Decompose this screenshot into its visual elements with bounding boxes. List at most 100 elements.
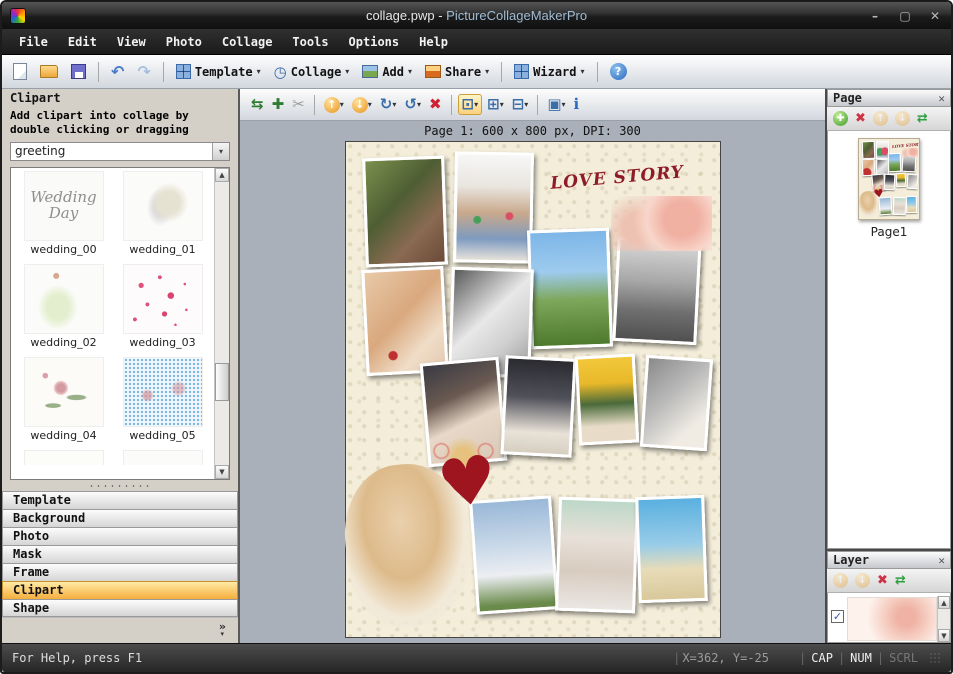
share-button[interactable]: Share▾ (420, 62, 494, 82)
menu-file[interactable]: File (10, 32, 57, 52)
collage-photo-shopping-couple[interactable] (453, 151, 533, 264)
menu-edit[interactable]: Edit (59, 32, 106, 52)
change-photo-button[interactable]: ⇆ (248, 95, 267, 114)
template-button[interactable]: Template▾ (171, 61, 266, 82)
delete-button[interactable]: ✖ (426, 95, 445, 114)
delete-layer-button[interactable]: ✖ (877, 573, 888, 588)
save-button[interactable] (66, 61, 91, 82)
clipart-scrollbar[interactable]: ▲ ▼ (214, 168, 229, 480)
add-page-button[interactable]: ✚ (833, 111, 848, 126)
clipart-item-wedding02[interactable]: wedding_02 (14, 264, 113, 357)
distribute-button[interactable]: ⊟▾ (509, 95, 532, 114)
bring-forward-button[interactable]: ↑▾ (321, 95, 347, 115)
template-label: Template (195, 65, 253, 79)
clipart-panel-title: Clipart (2, 89, 238, 107)
collage-page: LOVE STORY♥ (345, 141, 721, 638)
combo-dropdown-icon[interactable]: ▾ (212, 143, 229, 160)
delete-page-button[interactable]: ✖ (855, 111, 866, 126)
rotate-ccw-button[interactable]: ↺▾ (401, 95, 424, 114)
close-button[interactable]: ✕ (927, 9, 943, 23)
move-page-down-button[interactable]: ↓ (895, 111, 910, 126)
scroll-up-icon[interactable]: ▲ (215, 168, 229, 182)
fit-page-button[interactable]: ⊡▾ (458, 94, 483, 115)
scroll-up-icon[interactable]: ▲ (938, 596, 950, 609)
tab-template[interactable]: Template (2, 491, 238, 509)
page-list: LOVE STORY♥ Page1 (827, 131, 951, 549)
tab-background[interactable]: Background (2, 509, 238, 527)
minimize-button[interactable]: – (867, 9, 883, 23)
rotate-cw-button[interactable]: ↻▾ (377, 95, 400, 114)
collage-button[interactable]: ◷Collage▾ (269, 60, 355, 84)
clipart-thumb-wedding04 (24, 357, 104, 427)
collage-photo-kissing-couple (862, 141, 876, 159)
collage-photo-kneeling-man-bw[interactable] (612, 236, 701, 344)
clipart-item-partial[interactable] (14, 450, 113, 465)
page-thumbnail[interactable]: LOVE STORY♥ (858, 138, 920, 220)
properties-button[interactable]: ℹ (571, 95, 583, 114)
close-panel-icon[interactable]: ✕ (938, 92, 945, 105)
maximize-button[interactable]: ▢ (897, 9, 913, 23)
status-separator: | (799, 651, 806, 665)
close-panel-icon[interactable]: ✕ (938, 554, 945, 567)
move-page-up-button[interactable]: ↑ (873, 111, 888, 126)
layer-visibility-checkbox[interactable]: ✓ (831, 610, 844, 623)
menu-view[interactable]: View (108, 32, 155, 52)
scroll-track[interactable] (215, 182, 229, 466)
tab-photo[interactable]: Photo (2, 527, 238, 545)
layer-list: ✓ ▲ ▼ (827, 593, 951, 643)
tab-shape[interactable]: Shape (2, 599, 238, 617)
window-title-file: collage.pwp (366, 8, 435, 23)
collage-photo-couple-greenery[interactable] (527, 227, 613, 349)
tab-clipart[interactable]: Clipart (2, 581, 238, 599)
clipart-item-partial[interactable] (113, 450, 212, 465)
menu-collage[interactable]: Collage (213, 32, 282, 52)
resize-grip[interactable] (929, 652, 941, 664)
open-button[interactable] (35, 62, 63, 81)
collage-photo-beach-walking-couple[interactable] (635, 495, 708, 604)
collage-photo-yellow-shirt-beach[interactable] (575, 353, 639, 445)
collage-photo-kissing-couple[interactable] (362, 155, 448, 267)
clipart-item-wedding01[interactable]: wedding_01 (113, 171, 212, 264)
scroll-down-icon[interactable]: ▼ (938, 629, 950, 642)
menu-options[interactable]: Options (340, 32, 409, 52)
redo-button[interactable]: ↷ (132, 61, 155, 83)
refresh-layers-button[interactable]: ⇄ (895, 573, 906, 588)
collage-photo-bride-gray[interactable] (640, 355, 714, 451)
send-backward-button[interactable]: ↓▾ (349, 95, 375, 115)
scroll-thumb[interactable] (215, 363, 229, 401)
clipart-item-wedding05[interactable]: wedding_05 (113, 357, 212, 450)
menu-photo[interactable]: Photo (157, 32, 211, 52)
rose-clipart[interactable] (611, 196, 712, 250)
layer-down-button[interactable]: ↓ (855, 573, 870, 588)
collage-photo-smiling-couple[interactable] (361, 266, 449, 377)
chevron-down-icon[interactable]: ▾ (220, 630, 224, 638)
layer-panel-title: Layer (833, 553, 869, 567)
undo-button[interactable]: ↶ (106, 61, 129, 83)
clipart-item-wedding04[interactable]: wedding_04 (14, 357, 113, 450)
hide-photos-button[interactable]: ▣▾ (544, 95, 568, 114)
menu-help[interactable]: Help (410, 32, 457, 52)
chevron-down-icon: ▾ (485, 67, 489, 76)
add-button[interactable]: Add▾ (357, 62, 417, 82)
clipart-item-wedding03[interactable]: wedding_03 (113, 264, 212, 357)
align-button[interactable]: ⊞▾ (484, 95, 507, 114)
collage-photo-couple-greenery (888, 153, 902, 173)
clipart-item-wedding00[interactable]: Wedding Day wedding_00 (14, 171, 113, 264)
add-photo-button[interactable]: ✚ (269, 95, 288, 114)
crop-button[interactable]: ✂ (289, 95, 308, 114)
collage-photo-smiling-bride-veil[interactable] (555, 497, 639, 614)
layer-rose-thumbnail[interactable] (847, 597, 937, 641)
menu-tools[interactable]: Tools (283, 32, 337, 52)
tab-frame[interactable]: Frame (2, 563, 238, 581)
refresh-pages-button[interactable]: ⇄ (917, 111, 928, 126)
tab-mask[interactable]: Mask (2, 545, 238, 563)
scroll-down-icon[interactable]: ▼ (215, 465, 229, 479)
clipart-category-select[interactable]: greeting ▾ (10, 142, 230, 161)
help-button[interactable]: ? (605, 60, 632, 83)
wizard-button[interactable]: Wizard▾ (509, 61, 589, 82)
collage-photo-bride-bouquet-dark[interactable] (500, 356, 576, 459)
panel-splitter[interactable] (2, 480, 238, 491)
new-button[interactable] (8, 60, 32, 83)
layer-scrollbar[interactable]: ▲ ▼ (937, 596, 950, 642)
layer-up-button[interactable]: ↑ (833, 573, 848, 588)
